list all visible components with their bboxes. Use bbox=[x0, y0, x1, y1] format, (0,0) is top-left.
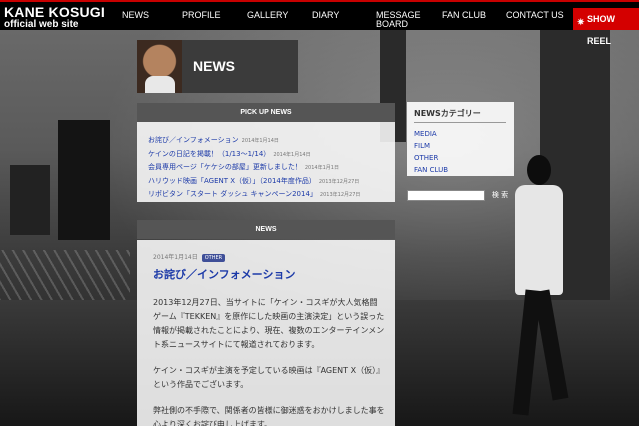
runner-figure bbox=[505, 130, 575, 420]
list-item: ハリウッド映画「AGENT X（仮）」（2014年度作品） 2013年12月27日 bbox=[148, 175, 395, 189]
list-item: リポビタン「スタート ダッシュ キャンペーン2014」 2013年12月27日 bbox=[148, 188, 395, 202]
nav-gallery[interactable]: GALLERY bbox=[247, 2, 312, 32]
nav-contact-us[interactable]: CONTACT US bbox=[506, 2, 570, 32]
article-meta: 2014年1月14日 OTHER bbox=[153, 252, 395, 262]
pickup-date: 2013年12月27日 bbox=[319, 192, 361, 198]
news-heading: NEWS bbox=[137, 220, 395, 239]
building bbox=[10, 165, 50, 235]
show-reel-button[interactable]: ✷ SHOW REEL bbox=[573, 8, 639, 46]
category-badge[interactable]: OTHER bbox=[201, 253, 226, 262]
category-other[interactable]: OTHER bbox=[414, 152, 514, 164]
reel-icon: ✷ bbox=[577, 17, 585, 27]
news-article: 2014年1月14日 OTHER お詫び／インフォメーション 2013年12月27… bbox=[137, 240, 395, 426]
pickup-link[interactable]: ケインの日記を掲載！（1/13〜1/14） bbox=[148, 150, 270, 158]
category-list: MEDIA FILM OTHER FAN CLUB bbox=[414, 128, 514, 176]
category-film[interactable]: FILM bbox=[414, 140, 514, 152]
article-paragraph: 2013年12月27日、当サイトに「ケイン・コスギが大人気格闘ゲーム『TEKKE… bbox=[153, 297, 385, 349]
search-input[interactable] bbox=[407, 190, 485, 201]
nav-profile[interactable]: PROFILE bbox=[182, 2, 247, 32]
pickup-link[interactable]: ハリウッド映画「AGENT X（仮）」（2014年度作品） bbox=[148, 177, 316, 185]
search-button[interactable]: 検 索 bbox=[489, 188, 511, 202]
main-nav: NEWS PROFILE GALLERY DIARY MESSAGE BOARD… bbox=[122, 2, 570, 32]
pickup-date: 2014年1月14日 bbox=[273, 151, 311, 158]
site-header: KANE KOSUGI official web site NEWS PROFI… bbox=[0, 0, 639, 46]
article-title[interactable]: お詫び／インフォメーション bbox=[153, 266, 395, 282]
avatar bbox=[137, 40, 182, 93]
pickup-date: 2014年1月1日 bbox=[304, 165, 339, 171]
logo-subtitle: official web site bbox=[4, 19, 79, 30]
nav-fan-club[interactable]: FAN CLUB bbox=[442, 2, 506, 32]
pickup-date: 2013年12月27日 bbox=[318, 178, 360, 185]
pickup-date: 2014年1月14日 bbox=[241, 138, 279, 144]
nav-message-board[interactable]: MESSAGE BOARD bbox=[376, 2, 442, 32]
page-title: NEWS bbox=[193, 58, 235, 74]
building bbox=[58, 120, 110, 240]
show-reel-label: SHOW REEL bbox=[587, 14, 615, 46]
article-paragraph: 弊社側の不手際で、関係者の皆様に御迷惑をおかけしました事を心より深くお詫び申し上… bbox=[153, 405, 385, 426]
category-media[interactable]: MEDIA bbox=[414, 128, 514, 140]
pickup-link[interactable]: お詫び／インフォメーション bbox=[148, 136, 239, 144]
article-body: 2013年12月27日、当サイトに「ケイン・コスギが大人気格闘ゲーム『TEKKE… bbox=[153, 296, 385, 426]
logo-name: KANE KOSUGI bbox=[4, 4, 105, 20]
pickup-link[interactable]: 会員専用ページ「ケケシの部屋」更新しました！ bbox=[148, 163, 302, 171]
list-item: 会員専用ページ「ケケシの部屋」更新しました！ 2014年1月1日 bbox=[148, 161, 395, 175]
category-title: NEWSカテゴリー bbox=[414, 108, 506, 123]
list-item: ケインの日記を掲載！（1/13〜1/14） 2014年1月14日 bbox=[148, 148, 395, 162]
nav-news[interactable]: NEWS bbox=[122, 2, 182, 32]
category-fan-club[interactable]: FAN CLUB bbox=[414, 164, 514, 176]
list-item: お詫び／インフォメーション 2014年1月14日 bbox=[148, 134, 395, 148]
pickup-link[interactable]: リポビタン「スタート ダッシュ キャンペーン2014」 bbox=[148, 190, 317, 198]
news-category-box: NEWSカテゴリー MEDIA FILM OTHER FAN CLUB bbox=[407, 102, 514, 176]
article-date: 2014年1月14日 bbox=[153, 254, 198, 261]
nav-diary[interactable]: DIARY bbox=[312, 2, 376, 32]
pickup-news-list: お詫び／インフォメーション 2014年1月14日 ケインの日記を掲載！（1/13〜… bbox=[137, 122, 395, 202]
article-paragraph: ケイン・コスギが主演を予定している映画は『AGENT X（仮）』という作品でござ… bbox=[153, 365, 385, 389]
pickup-heading: PICK UP NEWS bbox=[137, 103, 395, 122]
site-logo[interactable]: KANE KOSUGI official web site bbox=[4, 5, 105, 30]
